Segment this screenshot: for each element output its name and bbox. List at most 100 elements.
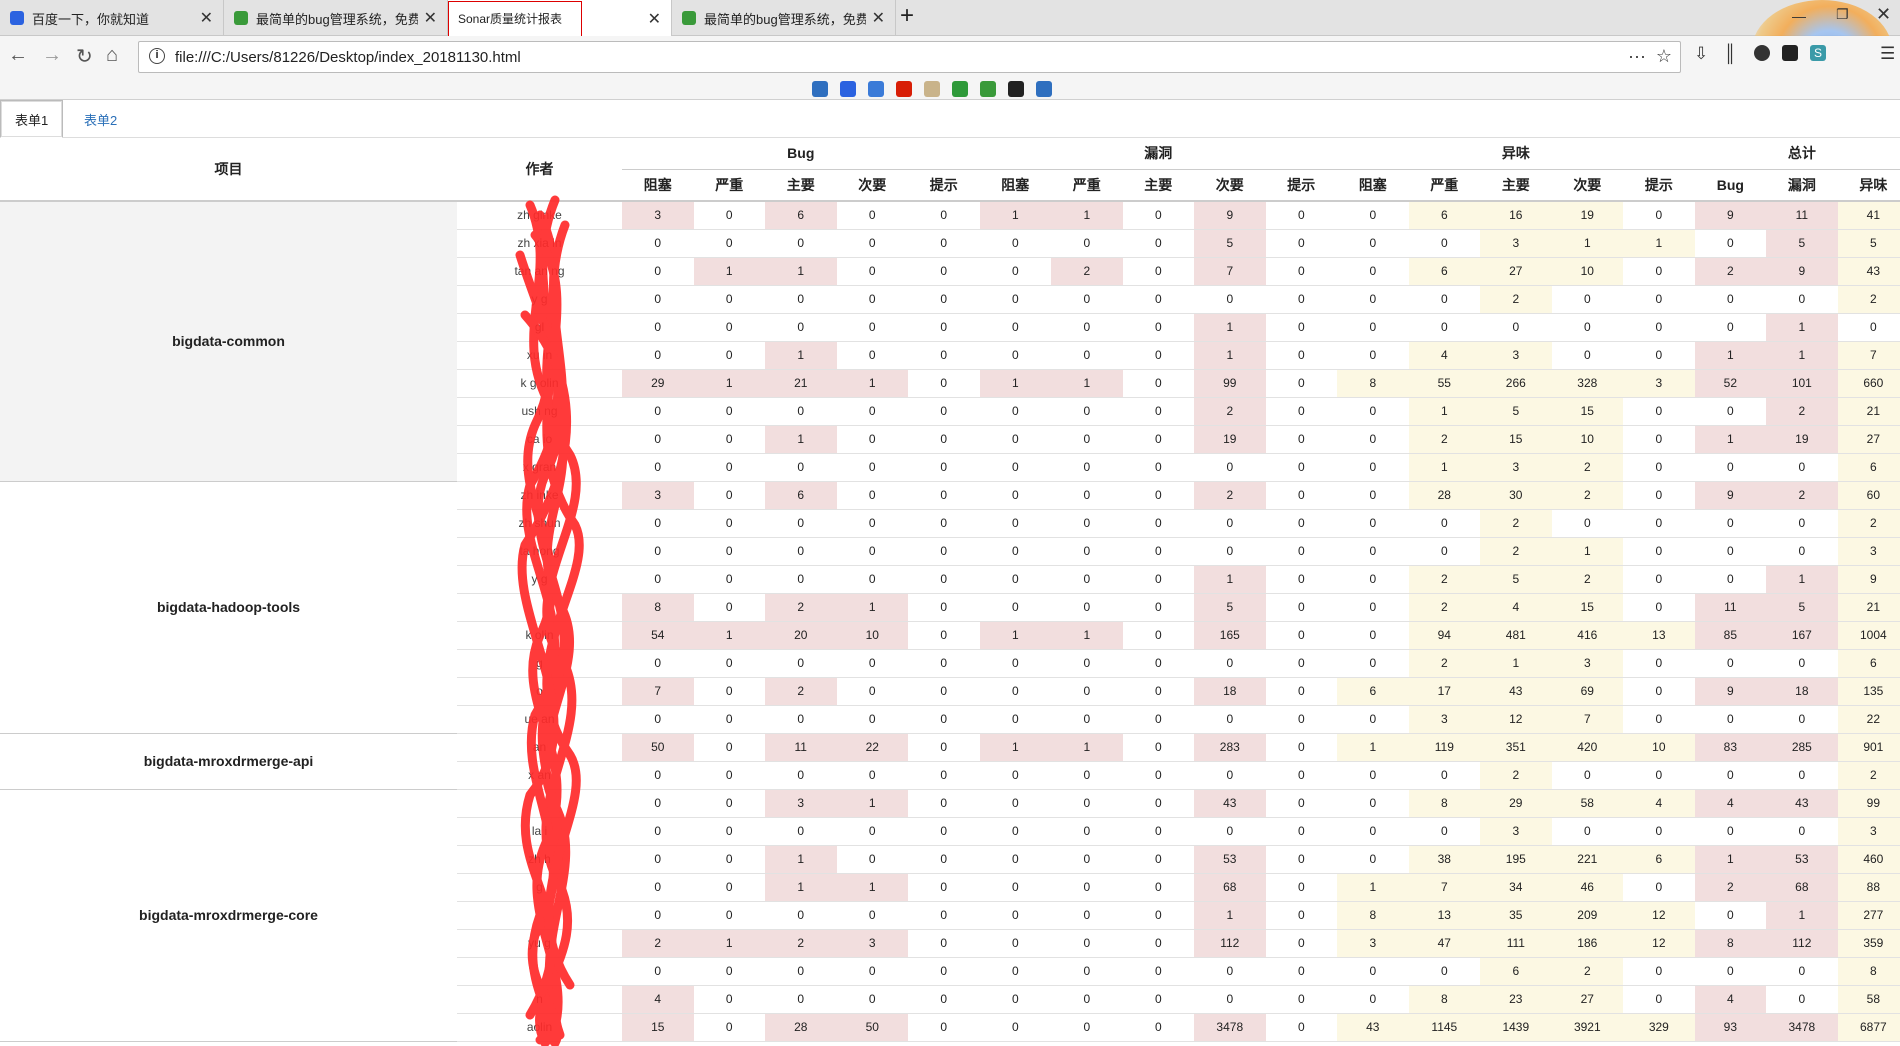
metric-cell: 1 xyxy=(765,341,837,370)
extension-mask-icon[interactable] xyxy=(1782,45,1798,61)
metric-cell: 69 xyxy=(1551,677,1624,706)
metric-cell: 10 xyxy=(1551,425,1624,454)
bookmark-bug-icon[interactable] xyxy=(980,81,996,97)
metric-cell: 0 xyxy=(693,873,765,902)
metric-cell: 0 xyxy=(1766,537,1838,566)
metric-cell: 0 xyxy=(1122,313,1195,342)
sheet-tab-2[interactable]: 表单2 xyxy=(70,100,131,138)
metric-cell: 46 xyxy=(1551,873,1624,902)
author-cell: zh shun xyxy=(457,509,622,538)
metric-cell: 3 xyxy=(1337,929,1409,958)
metric-cell: 0 xyxy=(693,537,765,566)
bookmark-kettle-icon[interactable] xyxy=(924,81,940,97)
bookmark-ie-icon[interactable] xyxy=(1036,81,1052,97)
metric-cell: 0 xyxy=(1122,621,1195,650)
metric-cell: 0 xyxy=(1122,845,1195,874)
window-close-icon[interactable]: ✕ xyxy=(1876,4,1891,25)
metric-cell: 0 xyxy=(908,537,980,566)
metric-cell: 0 xyxy=(1623,453,1695,482)
metric-cell: 13 xyxy=(1623,621,1695,650)
metric-cell: 0 xyxy=(1194,649,1266,678)
metric-cell: 28 xyxy=(1408,481,1481,510)
subheader-cell: 次要 xyxy=(1551,169,1624,202)
metric-cell: 0 xyxy=(979,593,1052,622)
metric-cell: 0 xyxy=(908,621,980,650)
browser-tab-sonar[interactable]: Sonar质量统计报表 ✕ xyxy=(448,0,672,37)
metric-cell: 0 xyxy=(1265,761,1338,790)
metric-cell: 0 xyxy=(1265,677,1338,706)
menu-hamburger-icon[interactable]: ☰ xyxy=(1880,44,1898,63)
metric-cell: 0 xyxy=(836,817,908,846)
metric-cell: 3 xyxy=(1551,649,1624,678)
author-cell: yu g xyxy=(457,929,622,958)
address-bar[interactable]: i file:///C:/Users/81226/Desktop/index_2… xyxy=(138,41,1681,73)
metric-cell: 0 xyxy=(836,425,908,454)
browser-tab-baidu[interactable]: 百度一下，你就知道 ✕ xyxy=(0,0,224,36)
metric-cell: 1 xyxy=(1051,369,1123,398)
browser-tab-bugsys-2[interactable]: 最简单的bug管理系统，免费石 ✕ xyxy=(672,0,896,36)
home-icon[interactable]: ⌂ xyxy=(106,44,118,67)
metric-cell: 2 xyxy=(1408,593,1481,622)
minimize-icon[interactable]: — xyxy=(1792,8,1806,24)
metric-cell: 0 xyxy=(1623,649,1695,678)
metric-cell: 0 xyxy=(836,313,908,342)
metric-cell: 359 xyxy=(1837,929,1900,958)
forward-arrow-icon[interactable]: → xyxy=(42,44,62,67)
metric-cell: 2 xyxy=(1766,481,1838,510)
metric-cell: 1 xyxy=(836,873,908,902)
new-tab-plus-icon[interactable]: + xyxy=(900,2,914,30)
browser-tab-bugsys-1[interactable]: 最简单的bug管理系统，免费石 ✕ xyxy=(224,0,448,36)
bookmark-c-icon[interactable] xyxy=(896,81,912,97)
restore-icon[interactable]: ❐ xyxy=(1836,6,1849,23)
close-icon[interactable]: ✕ xyxy=(648,9,661,29)
metric-cell: 0 xyxy=(1265,537,1338,566)
metric-cell: 0 xyxy=(622,313,694,342)
close-icon[interactable]: ✕ xyxy=(200,8,213,28)
bookmark-translate-icon[interactable] xyxy=(868,81,884,97)
metric-cell: 0 xyxy=(622,453,694,482)
metric-cell: 0 xyxy=(1694,509,1767,538)
metric-cell: 0 xyxy=(1265,649,1338,678)
browser-tab-strip: 百度一下，你就知道 ✕ 最简单的bug管理系统，免费石 ✕ Sonar质量统计报… xyxy=(0,0,1900,37)
bookmark-baidu-icon[interactable] xyxy=(840,81,856,97)
metric-cell: 0 xyxy=(1337,341,1409,370)
metric-cell: 43 xyxy=(1766,789,1838,818)
library-icon[interactable]: ║ xyxy=(1724,44,1742,63)
sheet-tab-1[interactable]: 表单1 xyxy=(0,100,64,138)
bookmark-star-icon[interactable]: ☆ xyxy=(1656,46,1672,67)
extension-s-icon[interactable]: S xyxy=(1810,45,1826,61)
close-icon[interactable]: ✕ xyxy=(872,8,885,28)
metric-cell: 0 xyxy=(1265,229,1338,258)
metric-cell: 0 xyxy=(1265,285,1338,314)
subheader-cell: 异味 xyxy=(1837,169,1900,202)
metric-cell: 0 xyxy=(1623,705,1695,734)
metric-cell: 0 xyxy=(693,425,765,454)
info-icon[interactable]: i xyxy=(149,48,165,64)
reload-icon[interactable]: ↻ xyxy=(76,44,93,69)
metric-cell: 8 xyxy=(1337,369,1409,398)
metric-cell: 0 xyxy=(836,509,908,538)
metric-cell: 6 xyxy=(1837,649,1900,678)
metric-cell: 2 xyxy=(1551,481,1624,510)
metric-cell: 0 xyxy=(908,369,980,398)
metric-cell: 1 xyxy=(1694,845,1767,874)
header-author: 作者 xyxy=(457,138,622,202)
download-icon[interactable]: ⇩ xyxy=(1694,44,1712,63)
metric-cell: 1 xyxy=(693,257,765,286)
metric-cell: 0 xyxy=(1623,873,1695,902)
bookmark-chart-icon[interactable] xyxy=(952,81,968,97)
extension-dark-icon[interactable] xyxy=(1754,45,1770,61)
metric-cell: 0 xyxy=(622,565,694,594)
metric-cell: 0 xyxy=(908,229,980,258)
metric-cell: 0 xyxy=(1122,397,1195,426)
metric-cell: 0 xyxy=(1265,201,1338,230)
bookmark-mail-icon[interactable] xyxy=(812,81,828,97)
table-header: 项目 作者 Bug 漏洞 异味 总计 阻塞 严重 主要 次要 提示 阻塞 严重 主要 次要 提示阻… xyxy=(0,138,1900,202)
close-icon[interactable]: ✕ xyxy=(424,8,437,28)
metric-cell: 8 xyxy=(1694,929,1767,958)
metric-cell: 0 xyxy=(622,397,694,426)
page-actions-ellipsis-icon[interactable]: ··· xyxy=(1628,46,1646,67)
back-arrow-icon[interactable]: ← xyxy=(8,44,28,67)
metric-cell: 0 xyxy=(1051,453,1123,482)
bookmark-globe-icon[interactable] xyxy=(1008,81,1024,97)
